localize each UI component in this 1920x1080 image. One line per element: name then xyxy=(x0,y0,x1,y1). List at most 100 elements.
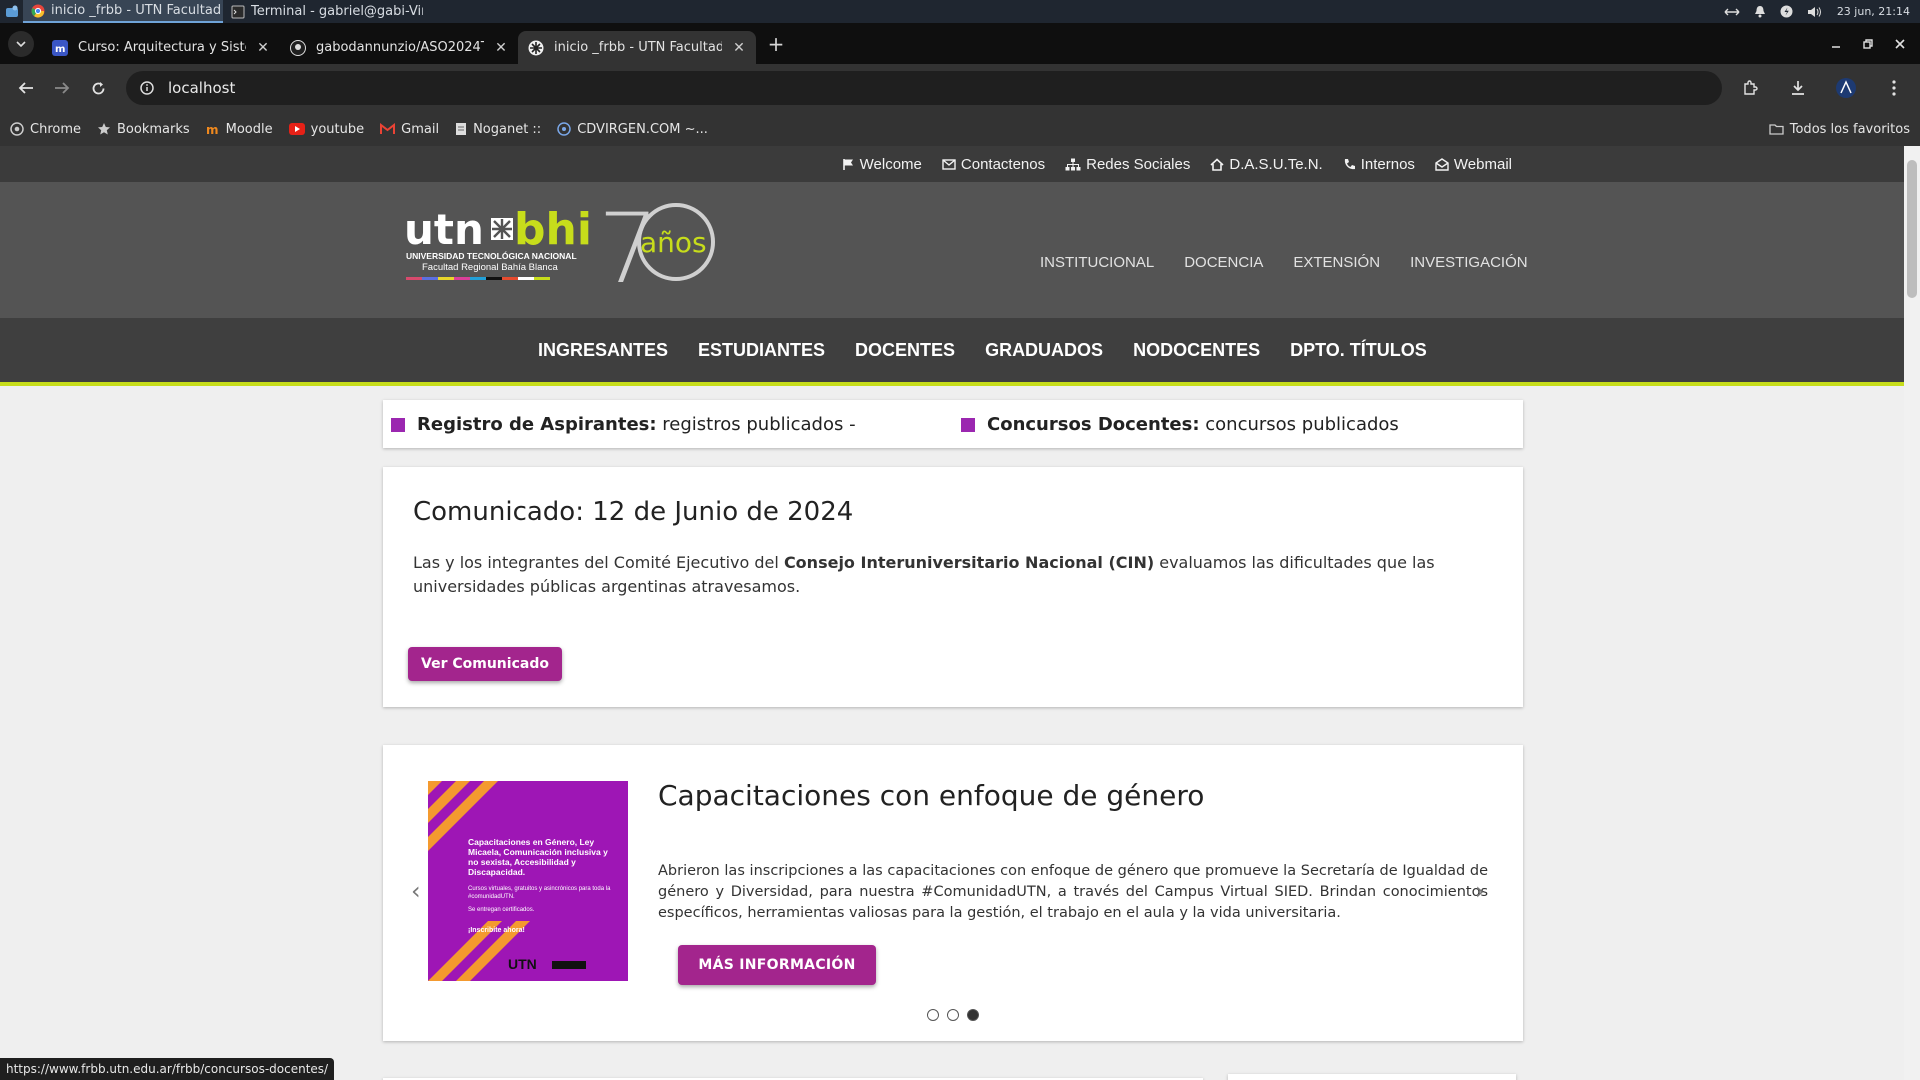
utn-icon xyxy=(528,40,544,56)
notice-concursos-docentes[interactable]: Concursos Docentes: concursos publicados xyxy=(961,414,1399,435)
top-link-contactenos[interactable]: Contactenos xyxy=(942,156,1045,173)
site-info-icon[interactable] xyxy=(140,81,154,95)
top-link-webmail[interactable]: Webmail xyxy=(1435,156,1512,173)
tab-search-button[interactable] xyxy=(8,30,34,57)
mas-informacion-button[interactable]: MÁS INFORMACIÓN xyxy=(678,945,876,985)
close-icon[interactable]: ✕ xyxy=(494,40,508,56)
browser-tab-github[interactable]: gabodannunzio/ASO2024TPs ✕ xyxy=(280,31,518,64)
address-text[interactable]: localhost xyxy=(168,79,235,97)
nav-dpto-titulos[interactable]: DPTO. TÍTULOS xyxy=(1290,340,1427,361)
bookmark-moodle[interactable]: m Moodle xyxy=(206,122,273,137)
power-icon[interactable] xyxy=(1780,5,1793,18)
carousel-title: Capacitaciones con enfoque de género xyxy=(658,779,1205,812)
nav-nodocentes[interactable]: NODOCENTES xyxy=(1133,340,1260,361)
page-viewport: Welcome Contactenos Redes Sociales D.A.S… xyxy=(0,146,1920,1080)
os-task-label: inicio _frbb - UTN Facultad R... xyxy=(51,3,223,18)
utn-70-anos-logo[interactable]: utn bhi UNIVERSIDAD TECNOLÓGICA NACIONAL… xyxy=(404,202,734,296)
bookmark-youtube[interactable]: youtube xyxy=(288,121,365,137)
nav-extension[interactable]: EXTENSIÓN xyxy=(1293,254,1380,271)
svg-text:UNIVERSIDAD TECNOLÓGICA NACION: UNIVERSIDAD TECNOLÓGICA NACIONAL xyxy=(406,250,577,261)
nav-ingresantes[interactable]: INGRESANTES xyxy=(538,340,668,361)
arrow-right-icon xyxy=(54,81,70,95)
minimize-icon[interactable] xyxy=(1830,38,1842,50)
top-link-internos[interactable]: Internos xyxy=(1343,156,1415,173)
capacitaciones-flyer-image[interactable]: Capacitaciones en Género, Ley Micaela, C… xyxy=(428,781,628,981)
browser-tab-utn[interactable]: inicio _frbb - UTN Facultad Re ✕ xyxy=(518,31,756,64)
svg-text:utn: utn xyxy=(404,205,484,254)
page-scrollbar[interactable] xyxy=(1904,146,1920,1080)
forward-button[interactable] xyxy=(44,70,80,106)
top-link-redes-sociales[interactable]: Redes Sociales xyxy=(1065,156,1190,173)
ver-comunicado-button[interactable]: Ver Comunicado xyxy=(408,647,562,681)
bookmark-label: Gmail xyxy=(401,121,440,137)
bookmark-noganet[interactable]: Noganet :: xyxy=(455,122,541,137)
mail-open-icon xyxy=(1435,157,1449,171)
page-icon xyxy=(455,122,467,136)
more-menu-icon[interactable] xyxy=(1876,70,1912,106)
reload-button[interactable] xyxy=(80,70,116,106)
restore-icon[interactable] xyxy=(1862,38,1874,50)
svg-text:años: años xyxy=(640,226,707,259)
nav-graduados[interactable]: GRADUADOS xyxy=(985,340,1103,361)
home-icon xyxy=(1210,157,1224,171)
nav-institucional[interactable]: INSTITUCIONAL xyxy=(1040,254,1154,271)
clock[interactable]: 23 jun, 21:14 xyxy=(1837,5,1910,18)
sidebar-card xyxy=(1228,1074,1516,1080)
extensions-icon[interactable] xyxy=(1732,70,1768,106)
browser-tab-moodle[interactable]: m Curso: Arquitectura y Sistemas ✕ xyxy=(42,31,280,64)
flyer-cta: ¡Inscribite ahora! xyxy=(468,927,525,934)
svg-text:m: m xyxy=(55,44,65,55)
globe-icon xyxy=(557,122,571,136)
download-icon[interactable] xyxy=(1780,70,1816,106)
bookmark-gmail[interactable]: Gmail xyxy=(380,122,439,137)
scrollbar-thumb[interactable] xyxy=(1907,160,1917,298)
nav-investigacion[interactable]: INVESTIGACIÓN xyxy=(1410,254,1528,271)
nav-docencia[interactable]: DOCENCIA xyxy=(1184,254,1263,271)
site-header: utn bhi UNIVERSIDAD TECNOLÓGICA NACIONAL… xyxy=(0,182,1904,318)
carousel-next-icon[interactable]: › xyxy=(1475,877,1485,905)
nav-docentes[interactable]: DOCENTES xyxy=(855,340,955,361)
close-window-icon[interactable] xyxy=(1894,38,1906,50)
notice-text: Concursos Docentes: concursos publicados xyxy=(987,414,1399,435)
address-bar[interactable]: localhost xyxy=(126,71,1722,105)
bookmark-label: youtube xyxy=(310,121,365,137)
notifications-icon[interactable] xyxy=(1754,5,1766,18)
bookmark-bookmarks[interactable]: Bookmarks xyxy=(97,122,190,137)
bookmark-label: Chrome xyxy=(30,121,81,137)
chrome-icon xyxy=(31,4,45,18)
carousel-prev-icon[interactable]: ‹ xyxy=(411,877,421,905)
app-menu-icon[interactable] xyxy=(0,0,23,23)
carousel-dot-3[interactable] xyxy=(967,1009,979,1021)
back-button[interactable] xyxy=(8,70,44,106)
bookmarks-bar: Chrome Bookmarks m Moodle youtube Gmail … xyxy=(0,112,1920,146)
bookmark-cdvirgen[interactable]: CDVIRGEN.COM ~... xyxy=(557,122,708,137)
profile-avatar-icon[interactable] xyxy=(1828,70,1864,106)
volume-icon[interactable] xyxy=(1807,6,1823,18)
flyer-certificates: Se entregan certificados. xyxy=(468,907,535,913)
close-icon[interactable]: ✕ xyxy=(256,40,270,56)
top-links: Welcome Contactenos Redes Sociales D.A.S… xyxy=(842,146,1512,182)
os-task-chrome[interactable]: inicio _frbb - UTN Facultad R... xyxy=(23,0,223,23)
network-switch-icon[interactable] xyxy=(1724,6,1740,18)
notice-bold: Concursos Docentes: xyxy=(987,414,1200,435)
os-task-terminal[interactable]: Terminal - gabriel@gabi-Virt... xyxy=(223,0,423,23)
top-link-dasuten[interactable]: D.A.S.U.Te.N. xyxy=(1210,156,1323,173)
sitemap-icon xyxy=(1065,158,1081,171)
carousel-dot-2[interactable] xyxy=(947,1009,959,1021)
top-link-welcome[interactable]: Welcome xyxy=(842,156,922,173)
nav-estudiantes[interactable]: ESTUDIANTES xyxy=(698,340,825,361)
chrome-icon xyxy=(10,122,24,136)
all-bookmarks-folder[interactable]: Todos los favoritos xyxy=(1769,122,1910,137)
gmail-icon xyxy=(380,123,396,135)
close-icon[interactable]: ✕ xyxy=(732,40,746,56)
star-icon xyxy=(97,122,111,136)
notice-registro-aspirantes[interactable]: Registro de Aspirantes: registros public… xyxy=(391,414,856,435)
carousel-dot-1[interactable] xyxy=(927,1009,939,1021)
carousel-indicators xyxy=(927,1009,979,1021)
flyer-subtitle: Cursos virtuales, gratuitos y asincrónic… xyxy=(468,886,611,900)
utn-emblem-icon xyxy=(491,218,513,240)
new-tab-button[interactable]: + xyxy=(762,30,790,58)
top-links-bar: Welcome Contactenos Redes Sociales D.A.S… xyxy=(0,146,1904,182)
bookmark-chrome[interactable]: Chrome xyxy=(10,122,81,137)
color-stripe xyxy=(406,277,550,280)
